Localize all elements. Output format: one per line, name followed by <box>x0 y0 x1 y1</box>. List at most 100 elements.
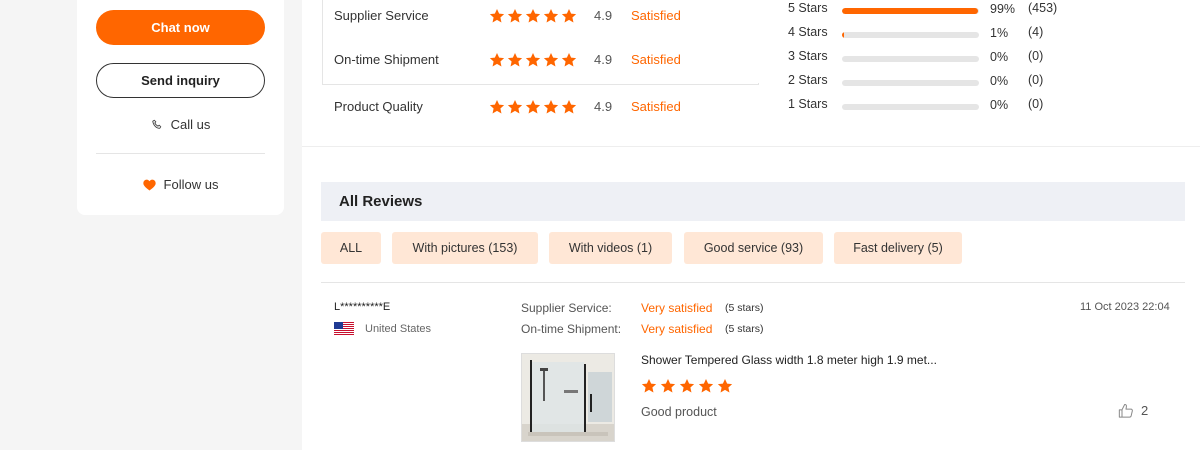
distribution-fill <box>842 32 844 38</box>
distribution-percent: 0% <box>990 98 1009 112</box>
filter-with-videos[interactable]: With videos (1) <box>549 232 672 264</box>
distribution-bar <box>842 8 979 14</box>
star-rating <box>489 8 577 24</box>
follow-us-label: Follow us <box>163 177 219 192</box>
reviews-main: Supplier Service 4.9 Satisfied On-time S… <box>302 0 1200 450</box>
reviewer-name: L**********E <box>334 301 391 313</box>
star-icon <box>543 100 559 114</box>
star-icon <box>507 9 523 23</box>
us-flag-icon <box>334 322 354 335</box>
divider <box>96 153 265 154</box>
star-rating <box>489 99 577 115</box>
filter-fast-delivery[interactable]: Fast delivery (5) <box>834 232 962 264</box>
distribution-row-5: 5 Stars 99% (453) <box>788 0 1088 22</box>
distribution-label: 3 Stars <box>788 49 828 63</box>
review-metric-label: On-time Shipment: <box>521 322 622 336</box>
distribution-percent: 1% <box>990 26 1009 40</box>
rating-row-product-quality: Product Quality 4.9 Satisfied <box>322 84 759 128</box>
rating-score: 4.9 <box>594 8 613 23</box>
distribution-bar <box>842 32 979 38</box>
distribution-count: (0) <box>1028 49 1044 63</box>
review-metric-value: Very satisfied <box>641 301 713 315</box>
rating-score: 4.9 <box>594 99 613 114</box>
filter-all[interactable]: ALL <box>321 232 381 264</box>
star-icon <box>489 53 505 67</box>
rating-status: Satisfied <box>631 8 681 23</box>
review-metric-stars: (5 stars) <box>725 302 764 314</box>
distribution-count: (0) <box>1028 73 1044 87</box>
rating-label: Product Quality <box>334 99 423 114</box>
phone-icon <box>151 119 161 129</box>
distribution-fill <box>842 8 978 14</box>
rating-score: 4.9 <box>594 52 613 67</box>
distribution-label: 4 Stars <box>788 25 828 39</box>
star-icon <box>543 9 559 23</box>
distribution-bar <box>842 56 979 62</box>
section-divider <box>302 146 1200 147</box>
distribution-row-2: 2 Stars 0% (0) <box>788 70 1088 94</box>
distribution-label: 5 Stars <box>788 1 828 15</box>
shower-enclosure-image <box>522 354 614 441</box>
send-inquiry-button[interactable]: Send inquiry <box>96 63 265 98</box>
all-reviews-header: All Reviews <box>321 182 1185 221</box>
distribution-bar <box>842 80 979 86</box>
like-button[interactable]: 2 <box>1118 403 1148 418</box>
star-icon <box>660 379 676 393</box>
review-product-thumbnail[interactable] <box>521 353 615 442</box>
review-metric-label: Supplier Service: <box>521 301 612 315</box>
call-us-link[interactable]: Call us <box>77 117 284 132</box>
review-on-time-shipment: On-time Shipment: Very satisfied (5 star… <box>521 322 764 336</box>
all-reviews-title: All Reviews <box>339 193 423 210</box>
heart-icon <box>142 179 156 191</box>
star-icon <box>525 9 541 23</box>
review-supplier-service: Supplier Service: Very satisfied (5 star… <box>521 301 764 315</box>
rating-summary: Supplier Service 4.9 Satisfied On-time S… <box>322 0 760 128</box>
star-icon <box>507 53 523 67</box>
star-icon <box>489 9 505 23</box>
star-icon <box>679 379 695 393</box>
distribution-row-3: 3 Stars 0% (0) <box>788 46 1088 70</box>
star-icon <box>543 53 559 67</box>
distribution-label: 2 Stars <box>788 73 828 87</box>
like-count: 2 <box>1141 403 1149 418</box>
distribution-percent: 0% <box>990 50 1009 64</box>
distribution-count: (0) <box>1028 97 1044 111</box>
review-comment: Good product <box>641 405 717 419</box>
star-icon <box>525 53 541 67</box>
star-icon <box>525 100 541 114</box>
reviewer-country: United States <box>334 322 431 335</box>
contact-card: Chat now Send inquiry Call us Follow us <box>77 0 284 215</box>
reviews-divider <box>321 282 1185 283</box>
review-metric-value: Very satisfied <box>641 322 713 336</box>
thumbs-up-icon <box>1118 404 1133 418</box>
distribution-percent: 0% <box>990 74 1009 88</box>
rating-status: Satisfied <box>631 52 681 67</box>
star-rating <box>489 52 577 68</box>
country-name: United States <box>365 322 432 335</box>
distribution-count: (453) <box>1028 1 1058 15</box>
filter-with-pictures[interactable]: With pictures (153) <box>392 232 538 264</box>
star-icon <box>489 100 505 114</box>
distribution-label: 1 Stars <box>788 97 828 111</box>
star-icon <box>561 9 577 23</box>
distribution-row-1: 1 Stars 0% (0) <box>788 94 1088 118</box>
review-star-rating <box>641 378 733 394</box>
distribution-count: (4) <box>1028 25 1044 39</box>
follow-us-link[interactable]: Follow us <box>77 177 284 192</box>
rating-row-on-time-shipment: On-time Shipment 4.9 Satisfied <box>322 38 759 82</box>
review-product-title[interactable]: Shower Tempered Glass width 1.8 meter hi… <box>641 353 937 367</box>
star-icon <box>698 379 714 393</box>
rating-status: Satisfied <box>631 99 681 114</box>
distribution-percent: 99% <box>990 2 1016 16</box>
star-icon <box>507 100 523 114</box>
filter-good-service[interactable]: Good service (93) <box>684 232 823 264</box>
call-us-label: Call us <box>170 117 211 132</box>
distribution-bar <box>842 104 979 110</box>
star-icon <box>561 100 577 114</box>
rating-label: On-time Shipment <box>334 52 439 67</box>
chat-now-button[interactable]: Chat now <box>96 10 265 45</box>
star-icon <box>641 379 657 393</box>
star-icon <box>561 53 577 67</box>
distribution-row-4: 4 Stars 1% (4) <box>788 22 1088 46</box>
star-icon <box>717 379 733 393</box>
